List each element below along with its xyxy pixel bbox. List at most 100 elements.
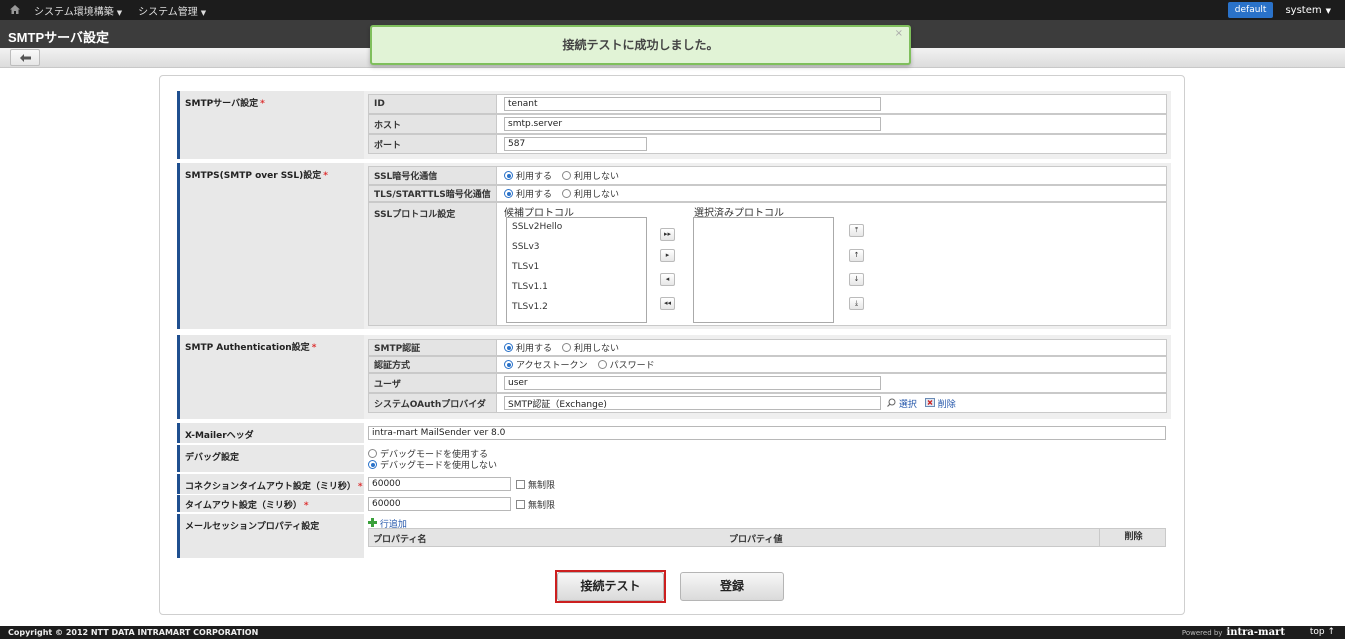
timeout-field[interactable] bbox=[368, 497, 511, 511]
close-icon[interactable]: × bbox=[895, 29, 903, 39]
menu-system-environment[interactable]: システム環境構築 ▼ bbox=[26, 3, 130, 18]
move-all-left-button[interactable]: ◂◂ bbox=[660, 297, 675, 310]
row-label: SSL暗号化通信 bbox=[369, 167, 497, 184]
port-field[interactable] bbox=[504, 137, 647, 151]
row-label: 認証方式 bbox=[369, 357, 497, 372]
row-label: ポート bbox=[369, 135, 497, 153]
row-auth-method: 認証方式 アクセストークン パスワード bbox=[368, 356, 1167, 373]
section-xmailer bbox=[364, 423, 1171, 443]
row-tls: TLS/STARTTLS暗号化通信 利用する 利用しない bbox=[368, 185, 1167, 202]
move-all-right-button[interactable]: ▸▸ bbox=[660, 228, 675, 241]
footer: Copyright © 2012 NTT DATA INTRAMART CORP… bbox=[0, 626, 1345, 639]
section-label-smtp-auth: SMTP Authentication設定 * bbox=[177, 335, 364, 419]
list-item[interactable]: SSLv2Hello bbox=[512, 222, 562, 232]
section-smtp-auth: SMTP認証 利用する 利用しない 認証方式 アクセストークン パスワード ユー… bbox=[364, 335, 1171, 419]
move-right-button[interactable]: ▸ bbox=[660, 249, 675, 262]
toast-message: 接続テストに成功しました。 bbox=[562, 38, 719, 52]
default-theme-button[interactable]: default bbox=[1227, 2, 1274, 18]
search-icon bbox=[887, 398, 896, 407]
row-label: ホスト bbox=[369, 115, 497, 133]
move-down-button[interactable]: ↓ bbox=[849, 273, 864, 286]
section-smtps: SSL暗号化通信 利用する 利用しない TLS/STARTTLS暗号化通信 利用… bbox=[364, 163, 1171, 329]
conn-unlimited-checkbox[interactable]: 無制限 bbox=[516, 478, 555, 491]
column-header: プロパティ値 bbox=[729, 535, 783, 545]
copyright: Copyright © 2012 NTT DATA INTRAMART CORP… bbox=[8, 628, 259, 637]
section-label-smtps: SMTPS(SMTP over SSL)設定 * bbox=[177, 163, 364, 329]
column-header: 削除 bbox=[1099, 529, 1167, 546]
user-menu[interactable]: system ▼ bbox=[1285, 5, 1331, 16]
list-item[interactable]: TLSv1.2 bbox=[512, 302, 548, 312]
mail-session-label: メールセッションプロパティ設定 bbox=[177, 514, 364, 558]
list-item[interactable]: TLSv1 bbox=[512, 262, 539, 272]
row-host: ホスト bbox=[368, 114, 1167, 134]
row-port: ポート bbox=[368, 134, 1167, 154]
oauth-provider-field[interactable] bbox=[504, 396, 881, 410]
row-label: ID bbox=[369, 95, 497, 113]
top-link[interactable]: top ↑ bbox=[1310, 627, 1335, 637]
top-navigation-bar: システム環境構築 ▼ システム管理 ▼ default system ▼ bbox=[0, 0, 1345, 20]
success-toast: 接続テストに成功しました。 × bbox=[370, 25, 911, 65]
row-ssl-protocol: SSLプロトコル設定 候補プロトコル 選択済みプロトコル SSLv2Hello … bbox=[368, 202, 1167, 326]
tls-not-use-radio[interactable]: 利用しない bbox=[562, 187, 619, 200]
delete-link[interactable]: 削除 bbox=[924, 397, 956, 410]
candidate-protocols-list[interactable]: SSLv2Hello SSLv3 TLSv1 TLSv1.1 TLSv1.2 bbox=[506, 217, 647, 323]
section-timeout: 無制限 bbox=[364, 495, 1171, 512]
select-link[interactable]: 選択 bbox=[887, 397, 917, 410]
move-left-button[interactable]: ◂ bbox=[660, 273, 675, 286]
powered-by: Powered by intra-mart bbox=[1181, 627, 1285, 638]
conn-timeout-label: コネクションタイムアウト設定（ミリ秒） * bbox=[177, 474, 364, 494]
highlight-box bbox=[555, 570, 666, 603]
auth-not-use-radio[interactable]: 利用しない bbox=[562, 341, 619, 354]
chevron-down-icon: ▼ bbox=[1325, 6, 1331, 15]
row-oauth-provider: システムOAuthプロバイダ 選択 削除 bbox=[368, 393, 1167, 413]
row-id: ID bbox=[368, 94, 1167, 114]
home-icon[interactable] bbox=[8, 0, 26, 20]
chevron-down-icon: ▼ bbox=[116, 8, 123, 17]
list-item[interactable]: TLSv1.1 bbox=[512, 282, 548, 292]
method-token-radio[interactable]: アクセストークン bbox=[504, 358, 588, 371]
list-item[interactable]: SSLv3 bbox=[512, 242, 540, 252]
register-button[interactable]: 登録 bbox=[680, 572, 784, 601]
xmailer-field[interactable] bbox=[368, 426, 1166, 440]
move-bottom-button[interactable]: ⤓ bbox=[849, 297, 864, 310]
selected-protocols-list[interactable] bbox=[693, 217, 834, 323]
row-label: システムOAuthプロバイダ bbox=[369, 394, 497, 412]
debug-off-radio[interactable]: デバッグモードを使用しない bbox=[368, 458, 497, 471]
property-table-header: プロパティ名 プロパティ値 削除 bbox=[368, 528, 1166, 547]
id-field[interactable] bbox=[504, 97, 881, 111]
section-conn-timeout: 無制限 bbox=[364, 474, 1171, 494]
section-mail-session: 行追加 プロパティ名 プロパティ値 削除 bbox=[364, 514, 1171, 558]
ssl-not-use-radio[interactable]: 利用しない bbox=[562, 169, 619, 182]
conn-timeout-field[interactable] bbox=[368, 477, 511, 491]
xmailer-label: X-Mailerヘッダ bbox=[177, 423, 364, 443]
delete-icon bbox=[924, 397, 935, 407]
tls-use-radio[interactable]: 利用する bbox=[504, 187, 552, 200]
row-user: ユーザ bbox=[368, 373, 1167, 393]
row-label: SSLプロトコル設定 bbox=[369, 203, 497, 325]
section-label-smtp-server: SMTPサーバ設定 * bbox=[177, 91, 364, 159]
row-ssl: SSL暗号化通信 利用する 利用しない bbox=[368, 166, 1167, 185]
move-up-button[interactable]: ↑ bbox=[849, 249, 864, 262]
auth-use-radio[interactable]: 利用する bbox=[504, 341, 552, 354]
move-top-button[interactable]: ⤒ bbox=[849, 224, 864, 237]
user-field[interactable] bbox=[504, 376, 881, 390]
row-label: TLS/STARTTLS暗号化通信 bbox=[369, 186, 497, 201]
back-button[interactable] bbox=[10, 49, 40, 66]
host-field[interactable] bbox=[504, 117, 881, 131]
column-header: プロパティ名 bbox=[373, 535, 427, 545]
section-smtp-server: ID ホスト ポート bbox=[364, 91, 1171, 159]
row-label: SMTP認証 bbox=[369, 340, 497, 355]
arrow-left-icon bbox=[20, 54, 31, 62]
section-debug: デバッグモードを使用する デバッグモードを使用しない bbox=[364, 445, 1171, 472]
page-title: SMTPサーバ設定 bbox=[8, 30, 109, 45]
timeout-unlimited-checkbox[interactable]: 無制限 bbox=[516, 498, 555, 511]
menu-system-admin[interactable]: システム管理 ▼ bbox=[130, 3, 214, 18]
chevron-down-icon: ▼ bbox=[200, 8, 207, 17]
plus-icon bbox=[368, 518, 377, 527]
row-smtp-auth: SMTP認証 利用する 利用しない bbox=[368, 339, 1167, 356]
timeout-label: タイムアウト設定（ミリ秒） * bbox=[177, 495, 364, 512]
row-label: ユーザ bbox=[369, 374, 497, 392]
brand-logo: intra-mart bbox=[1226, 627, 1285, 638]
method-password-radio[interactable]: パスワード bbox=[597, 358, 655, 371]
ssl-use-radio[interactable]: 利用する bbox=[504, 169, 552, 182]
